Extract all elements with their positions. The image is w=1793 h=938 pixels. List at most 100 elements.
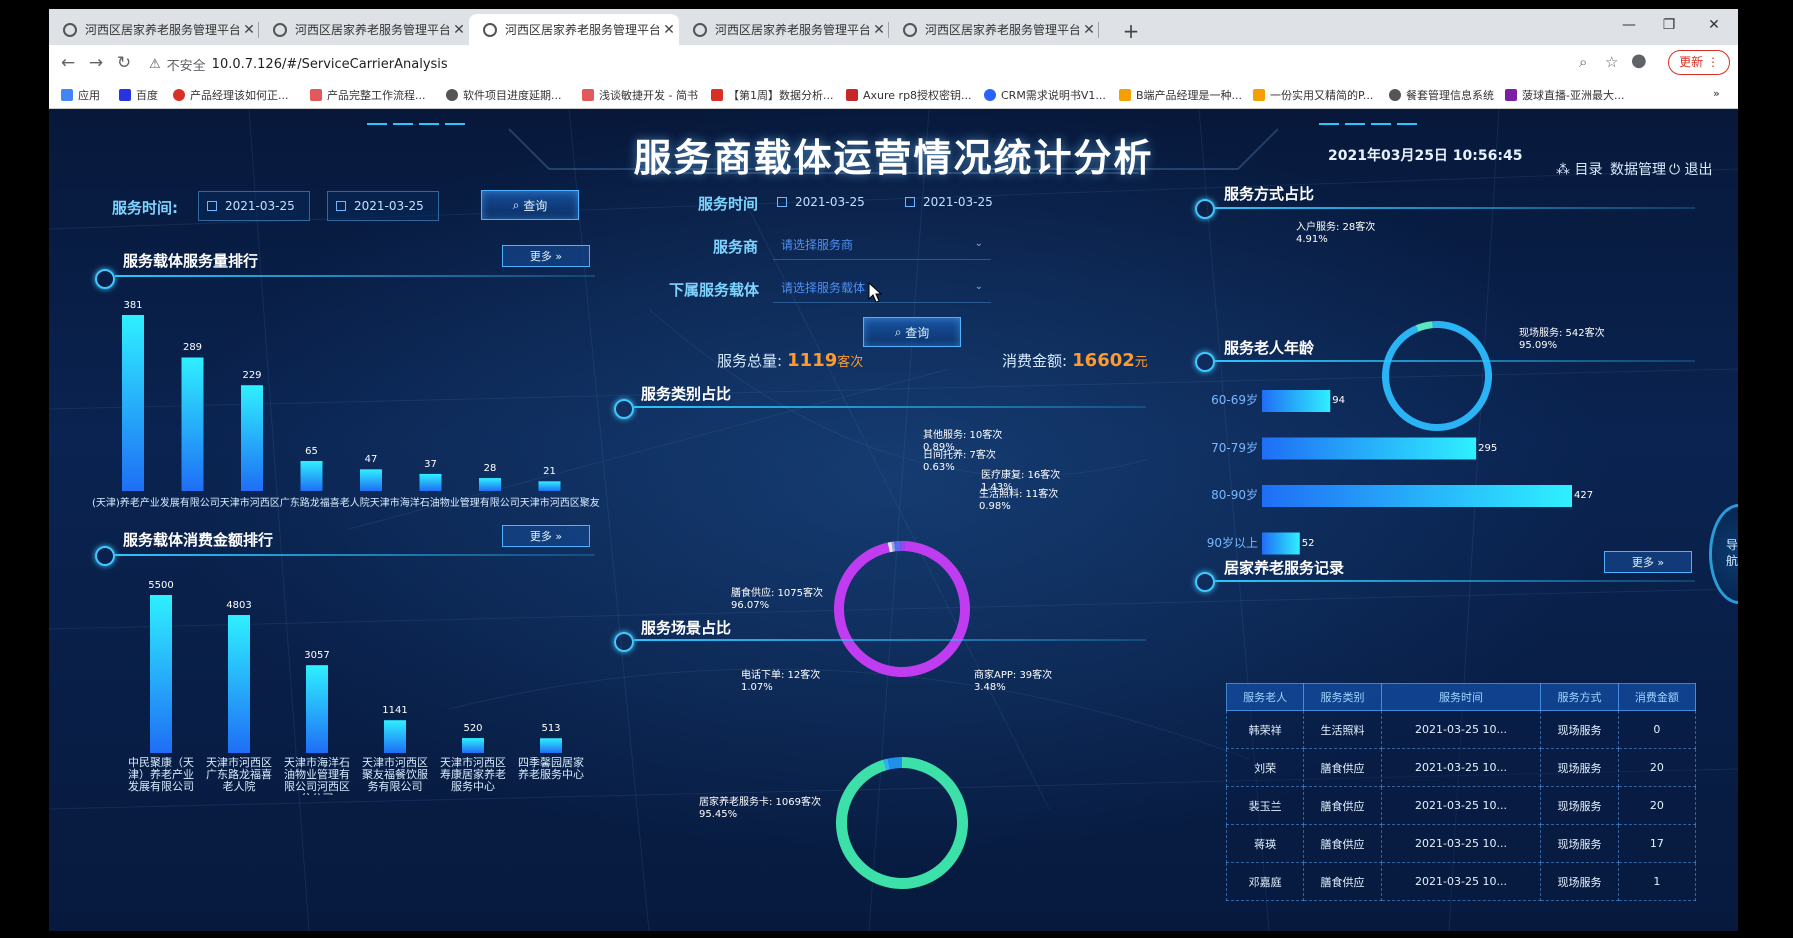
section-divider	[1215, 580, 1695, 582]
star-icon[interactable]: ☆	[1605, 53, 1618, 71]
close-icon[interactable]: ✕	[1079, 22, 1099, 38]
provider-label: 服务商	[713, 238, 759, 256]
browser-tab[interactable]: 河西区居家养老服务管理平台 ✕	[679, 14, 889, 45]
table-row[interactable]: 韩荣祥 生活照料 2021-03-25 10... 现场服务 0	[1225, 710, 1697, 749]
globe-icon	[693, 22, 707, 37]
consume-rank-bar[interactable]	[228, 615, 250, 753]
center-start-date-field[interactable]: 2021-03-25	[769, 187, 881, 217]
bookmark-icon	[1253, 89, 1265, 101]
table-cell: 生活照料	[1303, 710, 1382, 749]
elder-age-bar[interactable]	[1262, 485, 1572, 507]
bookmark-item[interactable]: 产品经理该如何正...	[173, 87, 289, 103]
bookmark-item[interactable]: CRM需求说明书V1...	[984, 87, 1106, 103]
service-mode-slice[interactable]	[1382, 321, 1492, 431]
elder-age-bar[interactable]	[1262, 532, 1300, 555]
globe-icon	[483, 22, 497, 37]
service-type-slice[interactable]	[900, 541, 905, 552]
browser-tab[interactable]: 河西区居家养老服务管理平台 ✕	[49, 14, 259, 45]
table-row[interactable]: 裴玉兰 膳食供应 2021-03-25 10... 现场服务 20	[1225, 786, 1697, 825]
provider-select[interactable]: 请选择服务商 ⌄	[773, 230, 991, 260]
bookmarks-overflow-icon[interactable]: »	[1713, 87, 1720, 100]
consume-rank-bar[interactable]	[540, 738, 562, 753]
bookmark-item[interactable]: 一份实用又精简的P...	[1253, 87, 1373, 103]
minimize-icon[interactable]: —	[1609, 17, 1649, 33]
back-icon[interactable]: ←	[57, 53, 79, 73]
url-field[interactable]: ⚠ 不安全 10.0.7.126/#/ServiceCarrierAnalysi…	[143, 51, 1703, 77]
service-rank-bar[interactable]	[419, 473, 442, 491]
table-cell: 现场服务	[1540, 862, 1619, 901]
section-divider	[1215, 360, 1695, 362]
pie-label-onsite-service: 现场服务: 542客次 95.09%	[1519, 328, 1605, 351]
service-scene-slice[interactable]	[836, 757, 969, 889]
zoom-icon[interactable]: ⌕	[1579, 53, 1587, 71]
bookmark-item[interactable]: B端产品经理是一种...	[1119, 87, 1242, 103]
bookmark-item[interactable]: 菠球直播-亚洲最大...	[1505, 87, 1624, 103]
close-icon[interactable]: ✕	[869, 22, 889, 38]
service-scene-slice[interactable]	[887, 757, 902, 770]
table-cell: 膳食供应	[1303, 786, 1382, 825]
service-rank-bar[interactable]	[360, 469, 382, 491]
baidu-icon	[119, 89, 131, 101]
browser-tab-active[interactable]: 河西区居家养老服务管理平台 ✕	[469, 14, 679, 45]
table-row[interactable]: 邓嘉庭 膳食供应 2021-03-25 10... 现场服务 1	[1225, 862, 1697, 901]
service-rank-bar[interactable]	[538, 481, 561, 491]
service-rank-bar[interactable]	[479, 478, 501, 491]
consume-rank-more-button[interactable]: 更多 »	[502, 525, 590, 547]
center-end-date-field[interactable]: 2021-03-25	[897, 187, 1009, 217]
service-rank-value-label: 21	[543, 466, 556, 478]
browser-tab[interactable]: 河西区居家养老服务管理平台 ✕	[889, 14, 1099, 45]
service-type-slice[interactable]	[834, 541, 970, 677]
service-rank-bar[interactable]	[181, 357, 204, 491]
bookmark-item[interactable]: Axure rp8授权密钥...	[846, 87, 972, 103]
consume-rank-bar[interactable]	[462, 738, 484, 753]
column-header: 服务方式	[1540, 683, 1619, 711]
elder-age-category-label: 70-79岁	[1211, 440, 1258, 455]
consume-rank-bar[interactable]	[384, 720, 406, 753]
service-rank-bar[interactable]	[241, 385, 263, 491]
bookmark-item[interactable]: 百度	[119, 87, 158, 103]
insecure-label: 不安全	[166, 58, 206, 74]
service-rank-bar[interactable]	[122, 315, 144, 491]
elder-age-bar[interactable]	[1262, 390, 1331, 412]
consume-rank-bar[interactable]	[150, 595, 172, 753]
service-rank-axis-labels: (天津)养老产业发展有限公司天津市河西区广东路龙福喜老人院天津市海洋石油物业管理…	[92, 498, 600, 509]
new-tab-icon[interactable]: +	[1119, 19, 1143, 43]
elder-age-bar[interactable]	[1262, 437, 1477, 460]
close-icon[interactable]: ✕	[659, 22, 679, 38]
table-row[interactable]: 刘荣 膳食供应 2021-03-25 10... 现场服务 20	[1225, 748, 1697, 787]
records-title: 居家养老服务记录	[1224, 559, 1345, 577]
section-icon	[1195, 199, 1215, 219]
consume-amount: 消费金额: 16602元	[1002, 350, 1148, 371]
consume-rank-category-label: 中民聚康（天津）养老产业发展有限公司	[128, 757, 194, 793]
close-icon[interactable]: ✕	[239, 22, 259, 38]
reload-icon[interactable]: ↻	[113, 53, 135, 73]
browser-tab[interactable]: 河西区居家养老服务管理平台 ✕	[259, 14, 469, 45]
bookmark-item[interactable]: 产品完整工作流程...	[310, 87, 426, 103]
center-time-label: 服务时间	[698, 195, 759, 213]
bookmark-item[interactable]: 餐套管理信息系统	[1389, 87, 1494, 103]
bookmark-icon	[1119, 89, 1131, 101]
records-more-button[interactable]: 更多 »	[1604, 551, 1692, 573]
column-header: 服务老人	[1225, 683, 1305, 711]
window-close-icon[interactable]: ✕	[1694, 17, 1734, 33]
consume-rank-bar[interactable]	[306, 665, 328, 753]
bookmark-item[interactable]: 浅谈敏捷开发 - 简书	[582, 87, 698, 103]
forward-icon[interactable]: →	[85, 53, 107, 73]
service-mode-slice[interactable]	[1415, 321, 1433, 332]
table-row[interactable]: 蒋瑛 膳食供应 2021-03-25 10... 现场服务 17	[1225, 824, 1697, 863]
bookmark-item[interactable]: 软件项目进度延期...	[446, 87, 562, 103]
section-divider	[634, 639, 1146, 641]
consume-rank-value-label: 4803	[226, 600, 252, 612]
service-rank-bar[interactable]	[300, 460, 323, 491]
close-icon[interactable]: ✕	[449, 22, 469, 38]
bookmark-apps[interactable]: 应用	[61, 87, 100, 103]
update-button[interactable]: 更新 ⋮	[1668, 50, 1730, 75]
calendar-icon	[905, 197, 915, 207]
restore-icon[interactable]: ❐	[1649, 17, 1689, 33]
table-cell: 膳食供应	[1303, 748, 1382, 787]
profile-icon[interactable]: ●	[1631, 50, 1647, 71]
column-header: 消费金额	[1617, 683, 1697, 711]
bookmark-item[interactable]: 【第1周】数据分析...	[711, 87, 834, 103]
section-divider	[634, 406, 1146, 408]
center-query-button[interactable]: ⌕ 查询	[863, 317, 961, 347]
